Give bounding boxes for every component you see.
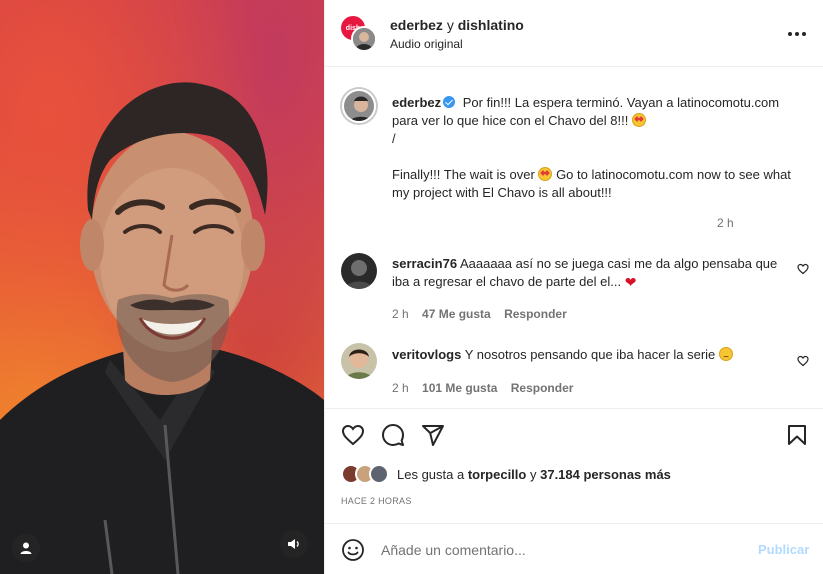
comment-like-heart-icon[interactable] [797,263,809,275]
reply-button[interactable]: Responder [511,381,574,395]
caption-username[interactable]: ederbez [392,95,441,110]
comment-input[interactable] [381,536,741,564]
likes-count[interactable]: 37.184 personas más [540,467,671,482]
likes-conjunction: y [529,466,537,482]
speaker-icon [288,539,299,549]
comment-icon[interactable] [381,423,405,447]
post-actions: Les gusta a torpecillo y 37.184 personas… [325,408,823,523]
more-options-button[interactable] [785,24,809,44]
caption-time: 2 h [717,216,734,230]
comment-likes[interactable]: 101 Me gusta [422,381,497,395]
pensive-emoji-icon [718,347,733,361]
add-comment-bar: Publicar [325,523,823,574]
collab-avatars[interactable]: dish [341,16,377,52]
video-frame-person [0,82,324,574]
comment-time[interactable]: 2 h [392,307,409,321]
comment-avatar[interactable] [341,343,377,379]
share-icon[interactable] [421,423,445,447]
more-horizontal-icon [788,32,792,36]
instagram-post: dish ederbez y dishlatino Audio original [0,0,823,574]
avatar-photo [344,91,374,121]
star-struck-emoji-icon [631,113,646,127]
authors-conjunction: y [446,17,454,33]
ederbez-avatar-small[interactable] [351,26,377,52]
star-struck-emoji-icon [538,167,553,181]
comment-username[interactable]: veritovlogs [392,347,461,362]
post-video[interactable] [0,0,324,574]
more-dot [802,32,806,36]
coauthor-link[interactable]: dishlatino [458,17,524,33]
liker-username[interactable]: torpecillo [468,467,527,482]
more-dot [795,32,799,36]
comment-avatar[interactable] [341,253,377,289]
comment-likes[interactable]: 47 Me gusta [422,307,491,321]
verified-badge-icon [443,96,456,108]
emoji-picker-icon[interactable] [341,538,365,562]
comment-time[interactable]: 2 h [392,381,409,395]
bookmark-icon[interactable] [785,423,809,447]
comment-like-heart-icon[interactable] [797,355,809,367]
post-timestamp[interactable]: HACE 2 HORAS [341,496,412,506]
liker-avatar [369,464,389,484]
caption-text: ederbez Por fin!!! La espera terminó. Va… [392,94,802,202]
avatar-photo [341,253,377,289]
caption-separator: / [392,131,396,146]
likes-text: Les gusta a torpecillo y 37.184 personas… [397,467,671,482]
comment-body: serracin76 Aaaaaaa así no se juega casi … [392,255,782,291]
likes-prefix: Les gusta a [397,466,465,482]
post-header: dish ederbez y dishlatino Audio original [325,0,823,67]
caption-line-en-a: Finally!!! The wait is over [392,167,535,182]
post-authors: ederbez y dishlatino [390,17,524,33]
avatar-photo [341,343,377,379]
tagged-users-button[interactable] [12,534,40,562]
heart-icon[interactable] [341,423,365,447]
comment-meta: 2 h 101 Me gusta Responder [392,381,573,395]
comment-meta: 2 h 47 Me gusta Responder [392,307,567,321]
author-link[interactable]: ederbez [390,17,443,33]
avatar-photo [353,28,375,50]
likes-summary[interactable]: Les gusta a torpecillo y 37.184 personas… [341,463,671,485]
comment-username[interactable]: serracin76 [392,256,457,271]
audio-toggle-button[interactable] [280,530,308,558]
user-icon [20,542,32,554]
audio-link[interactable]: Audio original [390,37,463,51]
comment-text: Y nosotros pensando que iba hacer la ser… [464,347,716,362]
reply-button[interactable]: Responder [504,307,567,321]
comment-body: veritovlogs Y nosotros pensando que iba … [392,346,782,364]
publish-button[interactable]: Publicar [758,542,809,557]
caption-avatar[interactable] [342,89,376,123]
red-heart-emoji-icon: ❤ [624,274,637,290]
